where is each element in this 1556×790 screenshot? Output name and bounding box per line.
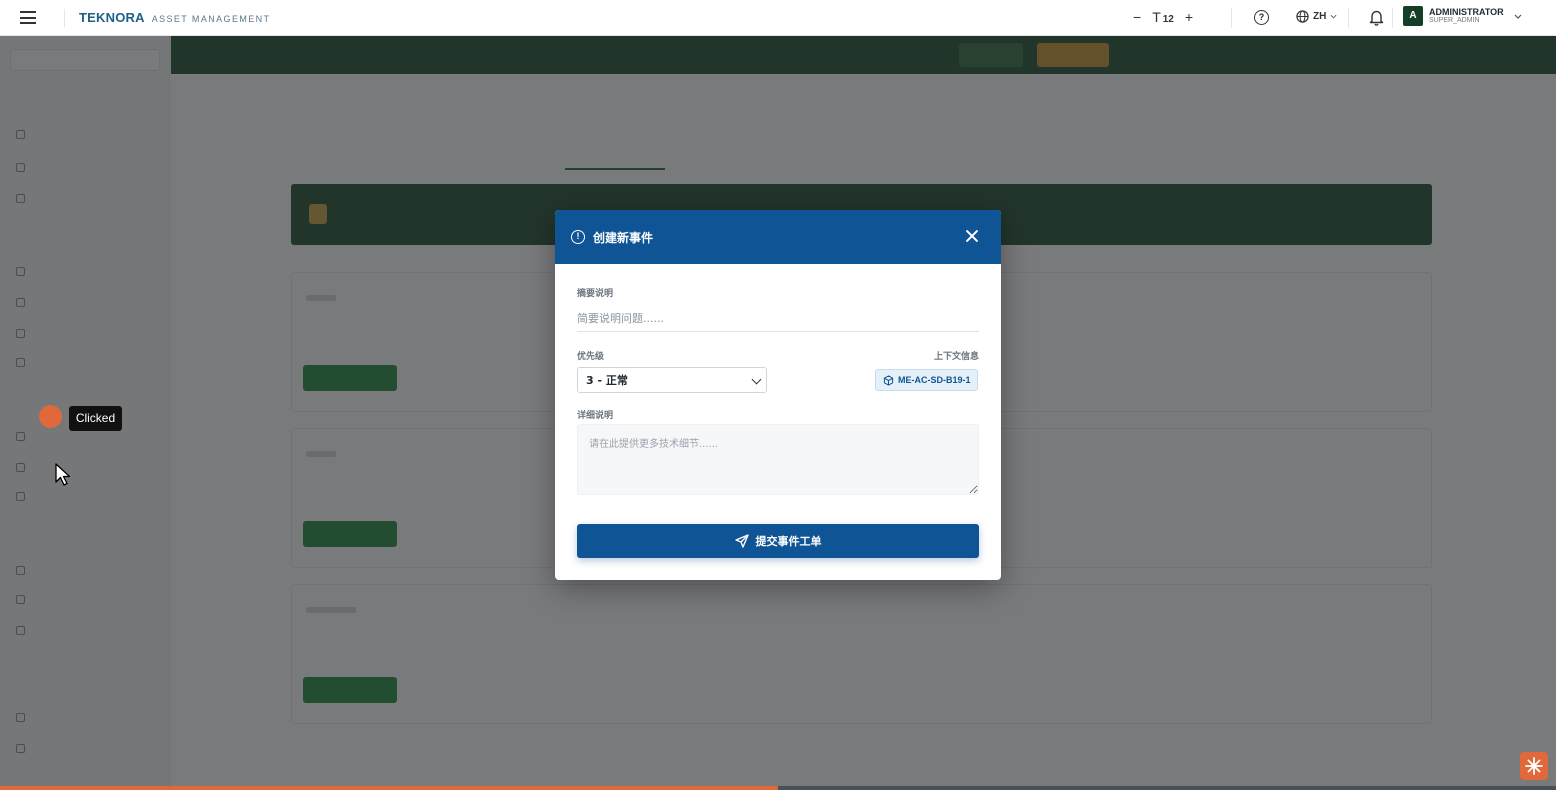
- font-decrease-button[interactable]: −: [1133, 9, 1141, 25]
- divider: [1348, 8, 1349, 28]
- menu-icon[interactable]: [20, 11, 36, 24]
- modal-title: 创建新事件: [593, 230, 654, 245]
- top-bar: TEKNORA ASSET MANAGEMENT − T 12 + ? ZH A …: [0, 0, 1556, 36]
- click-indicator: [39, 405, 62, 428]
- summary-label: 摘要说明: [577, 289, 614, 299]
- video-progress-fill: [0, 786, 778, 790]
- cursor-icon: [55, 463, 71, 486]
- priority-select[interactable]: 3 - 正常: [577, 367, 767, 393]
- summary-input[interactable]: [577, 306, 979, 332]
- user-role: SUPER_ADMIN: [1429, 16, 1480, 24]
- asterisk-icon: [1525, 757, 1543, 775]
- context-label: 上下文信息: [933, 352, 979, 362]
- text-size-icon: T 12: [1152, 9, 1174, 25]
- submit-incident-button[interactable]: 提交事件工单: [577, 524, 979, 558]
- chevron-down-icon: [1514, 14, 1522, 19]
- chevron-down-icon: [1330, 14, 1337, 19]
- close-icon[interactable]: [963, 227, 981, 245]
- bell-icon[interactable]: [1369, 9, 1384, 26]
- globe-icon: [1296, 10, 1309, 23]
- brand-subtitle: ASSET MANAGEMENT: [151, 14, 271, 24]
- brand-name: TEKNORA: [79, 10, 145, 25]
- app-logo[interactable]: TEKNORA ASSET MANAGEMENT: [79, 10, 270, 25]
- help-icon[interactable]: ?: [1254, 10, 1269, 25]
- logo-divider: [64, 9, 65, 27]
- create-incident-modal: ! 创建新事件 摘要说明 优先级 3 - 正常 上下文信息 ME-AC-SD-B…: [555, 210, 1001, 580]
- divider: [1392, 8, 1393, 28]
- submit-label: 提交事件工单: [755, 535, 822, 548]
- user-menu[interactable]: A ADMINISTRATOR SUPER_ADMIN: [1403, 6, 1522, 26]
- context-asset-badge: ME-AC-SD-B19-1: [875, 369, 978, 391]
- details-label: 详细说明: [577, 411, 614, 421]
- user-info: ADMINISTRATOR SUPER_ADMIN: [1429, 6, 1504, 25]
- language-selector[interactable]: ZH: [1296, 10, 1337, 23]
- context-asset-code: ME-AC-SD-B19-1: [898, 375, 971, 385]
- language-code: ZH: [1313, 11, 1327, 22]
- font-increase-button[interactable]: +: [1185, 9, 1193, 25]
- alert-circle-icon: !: [571, 230, 585, 244]
- send-icon: [734, 534, 749, 548]
- priority-label: 优先级: [577, 352, 605, 362]
- click-tooltip: Clicked: [69, 406, 122, 431]
- modal-header: ! 创建新事件: [555, 210, 1001, 264]
- font-size-control: − T 12 +: [1133, 9, 1193, 25]
- cube-icon: [883, 374, 894, 386]
- avatar: A: [1403, 6, 1423, 26]
- font-size-value: 12: [1162, 14, 1174, 25]
- details-textarea[interactable]: [577, 424, 979, 495]
- corner-badge[interactable]: [1520, 752, 1548, 780]
- user-name: ADMINISTRATOR: [1429, 6, 1504, 17]
- divider: [1231, 8, 1232, 28]
